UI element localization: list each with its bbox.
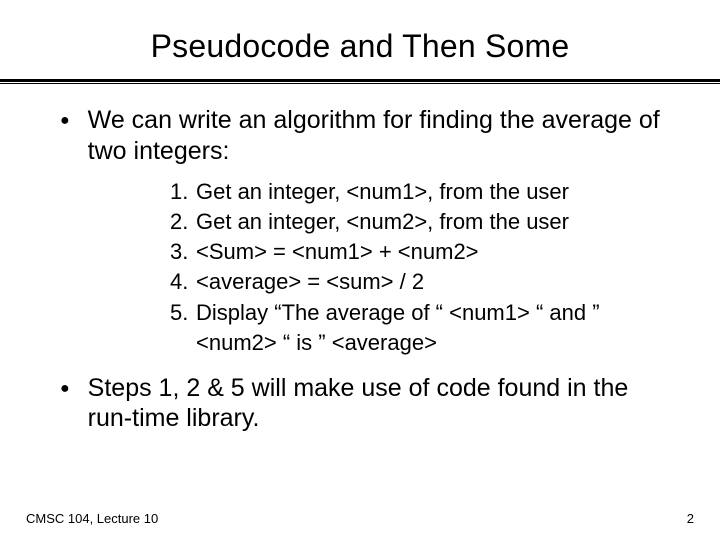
slide-body: ● We can write an algorithm for finding … xyxy=(0,85,720,434)
bullet-1-text: We can write an algorithm for finding th… xyxy=(88,105,670,166)
step-4: 4. <average> = <sum> / 2 xyxy=(170,268,670,296)
step-3: 3. <Sum> = <num1> + <num2> xyxy=(170,238,670,266)
step-1: 1. Get an integer, <num1>, from the user xyxy=(170,178,670,206)
step-5-cont: <num2> “ is ” <average> xyxy=(170,329,670,357)
bullet-2: ● Steps 1, 2 & 5 will make use of code f… xyxy=(60,373,670,434)
bullet-2-text: Steps 1, 2 & 5 will make use of code fou… xyxy=(88,373,670,434)
bullet-icon: ● xyxy=(60,107,70,135)
steps-list: 1. Get an integer, <num1>, from the user… xyxy=(170,178,670,357)
bullet-1: ● We can write an algorithm for finding … xyxy=(60,105,670,166)
horizontal-rule xyxy=(0,79,720,85)
bullet-icon: ● xyxy=(60,375,70,403)
step-2: 2. Get an integer, <num2>, from the user xyxy=(170,208,670,236)
slide: Pseudocode and Then Some ● We can write … xyxy=(0,0,720,540)
footer-left: CMSC 104, Lecture 10 xyxy=(26,511,158,526)
slide-title: Pseudocode and Then Some xyxy=(0,28,720,65)
page-number: 2 xyxy=(687,511,694,526)
step-5: 5. Display “The average of “ <num1> “ an… xyxy=(170,299,670,327)
